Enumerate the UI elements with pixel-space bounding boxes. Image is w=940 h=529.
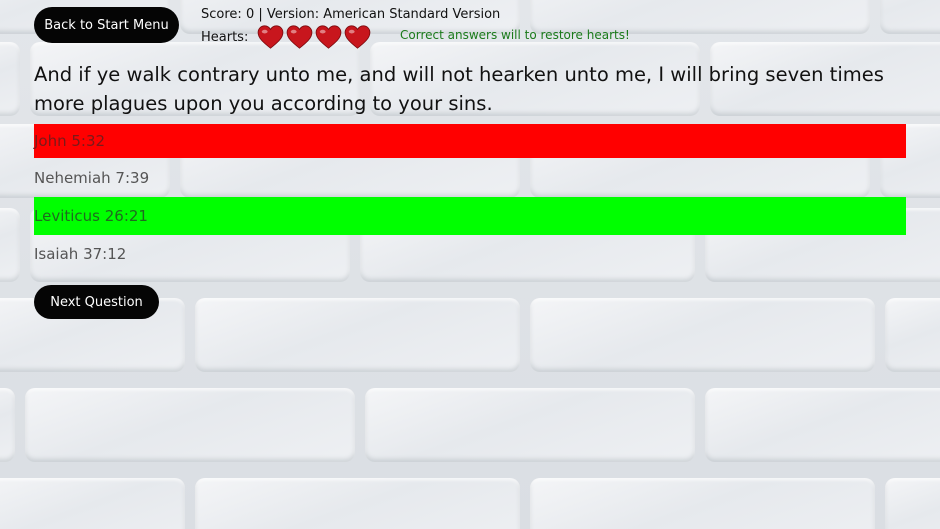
score-label: Score: [201, 7, 242, 22]
heart-icon [287, 25, 313, 49]
answer-label: John 5:32 [34, 132, 106, 150]
heart-icon [258, 25, 284, 49]
answer-option-3[interactable]: Leviticus 26:21 [34, 197, 906, 235]
hearts-row: Hearts: [201, 25, 373, 49]
version-value: American Standard Version [323, 7, 501, 22]
score-version-line: Score: 0 | Version: American Standard Ve… [201, 7, 500, 22]
score-value: 0 [245, 7, 255, 22]
answer-label: Nehemiah 7:39 [34, 169, 150, 187]
next-question-button[interactable]: Next Question [34, 285, 159, 319]
version-label: Version: [266, 7, 320, 22]
back-to-start-menu-button[interactable]: Back to Start Menu [34, 7, 179, 43]
heart-icon [316, 25, 342, 49]
answer-label: Leviticus 26:21 [34, 207, 148, 225]
answer-option-1[interactable]: John 5:32 [34, 124, 906, 158]
answer-option-2[interactable]: Nehemiah 7:39 [34, 162, 906, 194]
restore-hearts-message: Correct answers will to restore hearts! [400, 28, 630, 42]
question-text: And if ye walk contrary unto me, and wil… [34, 63, 884, 115]
heart-icon [345, 25, 371, 49]
hearts-container [257, 25, 373, 49]
hearts-label: Hearts: [201, 29, 249, 45]
answer-option-4[interactable]: Isaiah 37:12 [34, 238, 906, 270]
score-separator: | [258, 7, 263, 22]
answer-label: Isaiah 37:12 [34, 245, 127, 263]
